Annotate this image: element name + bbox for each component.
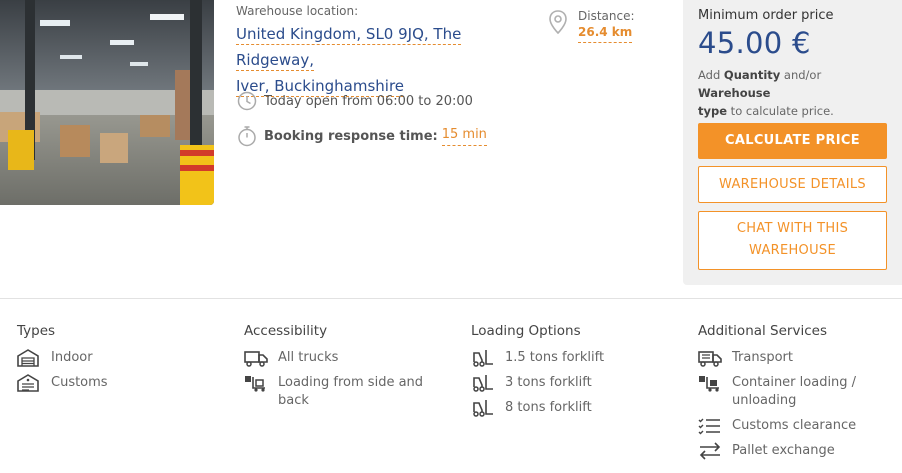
swap-arrows-icon <box>698 442 722 460</box>
list-item: Container loading / unloading <box>698 374 898 410</box>
list-item: Customs <box>17 374 227 392</box>
warehouse-details-button[interactable]: WAREHOUSE DETAILS <box>698 166 887 203</box>
clock-icon <box>236 90 258 112</box>
price-panel: Minimum order price 45.00 € Add Quantity… <box>683 0 902 285</box>
list-item: Pallet exchange <box>698 442 898 460</box>
checklist-icon <box>698 417 722 435</box>
booking-response-label: Booking response time: <box>264 128 438 144</box>
chat-with-warehouse-button[interactable]: CHAT WITH THIS WAREHOUSE <box>698 211 887 270</box>
map-pin-icon <box>548 9 568 39</box>
additional-services-column: Additional Services Transport Container … <box>698 323 898 467</box>
additional-services-title: Additional Services <box>698 323 827 339</box>
truck-icon <box>244 349 268 367</box>
list-item: 8 tons forklift <box>471 399 681 417</box>
loading-item-label: 8 tons forklift <box>505 400 592 415</box>
types-item-label: Indoor <box>51 350 93 365</box>
opening-hours-text: Today open from 06:00 to 20:00 <box>264 93 473 109</box>
services-item-label: Container loading / unloading <box>732 375 857 408</box>
accessibility-title: Accessibility <box>244 323 328 339</box>
types-title: Types <box>17 323 56 339</box>
accessibility-item-label: Loading from side and back <box>278 375 424 408</box>
container-loading-icon <box>698 374 722 392</box>
forklift-icon <box>471 349 495 367</box>
price-note: Add Quantity and/or Warehouse type to cal… <box>698 68 834 118</box>
list-item: Loading from side and back <box>244 374 454 410</box>
forklift-icon <box>471 399 495 417</box>
loading-item-label: 3 tons forklift <box>505 375 592 390</box>
warehouse-photo[interactable] <box>0 0 214 205</box>
services-item-label: Pallet exchange <box>732 443 835 458</box>
loading-options-title: Loading Options <box>471 323 581 339</box>
customs-warehouse-icon <box>17 374 41 392</box>
location-line-1[interactable]: United Kingdom, SL0 9JQ, The Ridgeway, <box>236 25 462 71</box>
list-item: Transport <box>698 349 898 367</box>
truck-icon <box>698 349 722 367</box>
loading-icon <box>244 374 268 392</box>
booking-response: Booking response time: 15 min <box>236 125 487 147</box>
accessibility-column: Accessibility All trucks Loading from si… <box>244 323 454 417</box>
accessibility-item-label: All trucks <box>278 350 339 365</box>
warehouse-icon <box>17 349 41 367</box>
booking-response-value[interactable]: 15 min <box>441 127 487 146</box>
loading-options-column: Loading Options 1.5 tons forklift 3 tons… <box>471 323 681 424</box>
services-item-label: Customs clearance <box>732 418 857 433</box>
list-item: 3 tons forklift <box>471 374 681 392</box>
location-address[interactable]: United Kingdom, SL0 9JQ, The Ridgeway, I… <box>236 21 536 99</box>
types-column: Types Indoor Customs <box>17 323 227 399</box>
list-item: Indoor <box>17 349 227 367</box>
list-item: Customs clearance <box>698 417 898 435</box>
types-item-label: Customs <box>51 375 108 390</box>
services-item-label: Transport <box>732 350 794 365</box>
forklift-icon <box>471 374 495 392</box>
loading-item-label: 1.5 tons forklift <box>505 350 605 365</box>
calculate-price-button[interactable]: CALCULATE PRICE <box>698 123 887 159</box>
list-item: 1.5 tons forklift <box>471 349 681 367</box>
location-label: Warehouse location: <box>236 4 359 18</box>
opening-hours: Today open from 06:00 to 20:00 <box>236 90 473 112</box>
list-item: All trucks <box>244 349 454 367</box>
section-divider <box>0 298 902 299</box>
stopwatch-icon <box>236 125 258 147</box>
distance-value[interactable]: 26.4 km <box>578 25 633 43</box>
distance-label: Distance: <box>578 9 635 23</box>
minimum-price-label: Minimum order price <box>698 8 834 23</box>
minimum-price-value: 45.00 € <box>698 26 811 60</box>
